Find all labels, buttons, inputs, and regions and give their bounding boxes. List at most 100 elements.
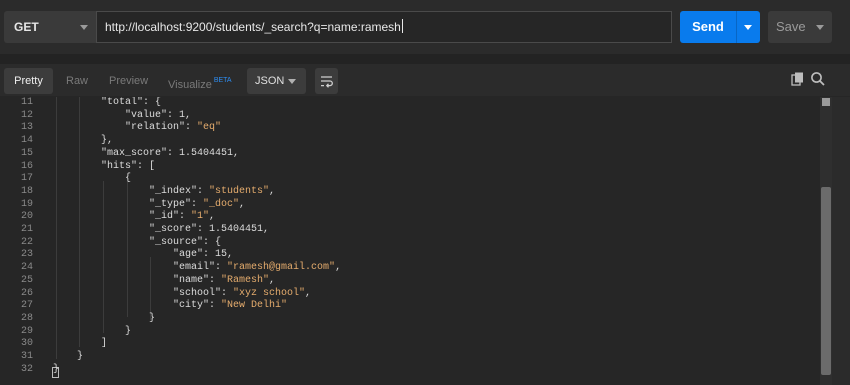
- code-text: "name": "Ramesh",: [53, 274, 276, 286]
- line-number: 12: [20, 109, 33, 121]
- code-text: ]: [53, 338, 108, 350]
- code-text: "_id": "1",: [53, 211, 216, 223]
- request-bar: GET http://localhost:9200/students/_sear…: [0, 0, 850, 54]
- line-number: 24: [20, 262, 33, 274]
- line-number: 18: [20, 185, 33, 197]
- code-line: 26 "school": "xyz school",: [0, 288, 820, 301]
- method-label: GET: [14, 20, 39, 34]
- code-text: }: [53, 325, 132, 337]
- url-text: http://localhost:9200/students/_search?q…: [105, 20, 401, 34]
- code-line: 21 "_score": 1.5404451,: [0, 224, 820, 237]
- chevron-down-icon: [80, 25, 88, 30]
- line-number: 15: [20, 147, 33, 159]
- code-line: 11 "total": {: [0, 97, 820, 110]
- line-number: 30: [20, 338, 33, 350]
- tab-preview[interactable]: Preview: [109, 68, 148, 94]
- method-select[interactable]: GET: [4, 11, 96, 43]
- response-toolbar: Pretty Raw Preview Visualize BETA JSON: [0, 64, 850, 96]
- code-text: "_score": 1.5404451,: [53, 224, 270, 235]
- code-line: 13 "relation": "eq": [0, 122, 820, 135]
- line-number: 23: [20, 249, 33, 261]
- code-line: 20 "_id": "1",: [0, 211, 820, 224]
- code-text: "total": {: [53, 97, 162, 108]
- line-number: 31: [20, 351, 33, 362]
- line-number: 14: [20, 135, 33, 147]
- code-text: }: [53, 312, 156, 324]
- code-line: 28 }: [0, 313, 820, 326]
- line-number: 32: [20, 363, 33, 375]
- code-line: 16 "hits": [: [0, 161, 820, 174]
- send-button[interactable]: Send: [680, 11, 760, 43]
- wrap-lines-button[interactable]: [315, 68, 338, 94]
- line-number: 21: [20, 224, 33, 235]
- line-number: 27: [20, 300, 33, 312]
- code-text: "city": "New Delhi": [53, 300, 288, 312]
- scroll-up-arrow[interactable]: [822, 98, 830, 106]
- code-line: 22 "_source": {: [0, 237, 820, 250]
- line-number: 29: [20, 325, 33, 337]
- send-options-chevron-icon[interactable]: [744, 25, 752, 30]
- tab-visualize-label: Visualize: [168, 79, 212, 91]
- code-line: 19 "_type": "_doc",: [0, 199, 820, 212]
- line-number: 17: [20, 173, 33, 185]
- code-line: 12 "value": 1,: [0, 110, 820, 123]
- beta-badge: BETA: [213, 77, 232, 84]
- tab-pretty[interactable]: Pretty: [4, 68, 53, 94]
- line-number: 20: [20, 211, 33, 223]
- tab-raw-label: Raw: [66, 75, 89, 87]
- code-text: "school": "xyz school",: [53, 287, 312, 299]
- code-line: 29 }: [0, 326, 820, 339]
- line-number: 19: [20, 198, 33, 210]
- code-line: 17 {: [0, 173, 820, 186]
- vertical-scrollbar[interactable]: [820, 97, 832, 385]
- line-number: 13: [20, 122, 33, 134]
- code-line: 30 ]: [0, 338, 820, 351]
- response-body[interactable]: 11 "total": {12 "value": 1, 13 "relation"…: [0, 97, 820, 385]
- code-line: 24 "email": "ramesh@gmail.com",: [0, 262, 820, 275]
- code-text: "hits": [: [53, 160, 156, 172]
- section-divider: [0, 54, 850, 64]
- code-line: 15 "max_score": 1.5404451,: [0, 148, 820, 161]
- wrap-lines-icon: [321, 76, 333, 88]
- code-text: }: [53, 363, 60, 375]
- save-label: Save: [776, 19, 806, 34]
- chevron-down-icon: [288, 79, 296, 84]
- tab-visualize[interactable]: Visualize BETA: [168, 68, 232, 94]
- line-number: 16: [20, 160, 33, 172]
- code-text: "_source": {: [53, 236, 222, 248]
- save-options-chevron-icon[interactable]: [816, 25, 824, 30]
- code-line: 23 "age": 15,: [0, 249, 820, 262]
- code-text: "_index": "students",: [53, 185, 276, 197]
- code-text: "value": 1,: [53, 109, 192, 121]
- code-line: 31 }: [0, 351, 820, 364]
- search-icon[interactable]: [809, 70, 827, 88]
- code-line: 14 },: [0, 135, 820, 148]
- line-number: 25: [20, 274, 33, 286]
- tab-preview-label: Preview: [109, 75, 149, 87]
- code-text: "relation": "eq": [53, 122, 222, 134]
- line-number: 28: [20, 312, 33, 324]
- code-text: "_type": "_doc",: [53, 198, 246, 210]
- tab-pretty-label: Pretty: [14, 75, 43, 87]
- code-text: {: [53, 173, 132, 185]
- send-divider: [736, 11, 737, 43]
- code-line: 32}: [0, 364, 820, 377]
- copy-icon[interactable]: [789, 70, 807, 88]
- tab-raw[interactable]: Raw: [66, 68, 88, 94]
- format-label: JSON: [255, 75, 285, 87]
- line-number: 22: [20, 236, 33, 248]
- line-number: 26: [20, 287, 33, 299]
- code-text: }: [53, 351, 84, 362]
- code-line: 25 "name": "Ramesh",: [0, 275, 820, 288]
- format-select[interactable]: JSON: [247, 68, 306, 94]
- scrollbar-thumb[interactable]: [821, 187, 831, 375]
- right-gutter: [832, 97, 850, 385]
- code-text: "age": 15,: [53, 249, 234, 261]
- code-text: "max_score": 1.5404451,: [53, 147, 240, 159]
- code-line: 27 "city": "New Delhi": [0, 300, 820, 313]
- url-input[interactable]: http://localhost:9200/students/_search?q…: [96, 11, 672, 43]
- code-text: },: [53, 135, 114, 147]
- text-caret: [401, 19, 403, 33]
- code-line: 18 "_index": "students",: [0, 186, 820, 199]
- save-button[interactable]: Save: [768, 11, 832, 43]
